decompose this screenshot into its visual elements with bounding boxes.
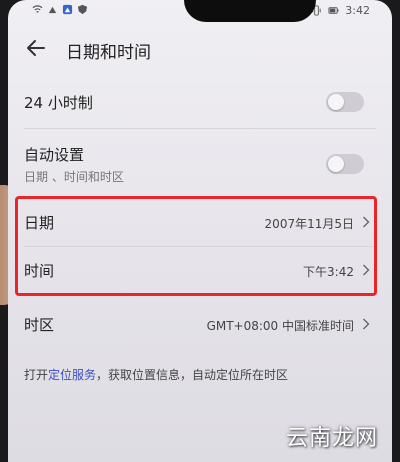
divider	[24, 128, 376, 129]
camera-notch	[184, 0, 316, 22]
setting-24-hour-label: 24 小时制	[24, 94, 93, 112]
toggle-auto[interactable]	[326, 154, 364, 174]
hint-prefix: 打开	[24, 368, 49, 382]
toggle-24-hour[interactable]	[326, 92, 364, 112]
phone-screen: 3:42 日期和时间 24 小时制 自动设置 日期 、时间和时区 日期 2007…	[8, 0, 392, 462]
wifi-icon	[32, 5, 43, 13]
image-notification-icon	[62, 4, 73, 15]
page-header: 日期和时间	[8, 28, 392, 72]
back-arrow-icon[interactable]	[24, 36, 48, 60]
setting-timezone-value: GMT+08:00 中国标准时间	[206, 319, 354, 333]
watermark: 云南龙网	[285, 426, 378, 451]
chevron-right-icon	[363, 318, 370, 330]
setting-timezone[interactable]: 时区 GMT+08:00 中国标准时间	[8, 306, 392, 346]
status-time: 3:42	[345, 4, 370, 17]
hint-suffix: ，获取位置信息，自动定位所在时区	[96, 368, 289, 382]
setting-timezone-label: 时区	[24, 316, 55, 334]
highlight-box	[15, 196, 377, 296]
status-left-icons	[32, 4, 88, 15]
shield-icon	[77, 4, 88, 15]
battery-icon	[328, 7, 339, 14]
setting-auto[interactable]: 自动设置 日期 、时间和时区	[8, 138, 392, 190]
setting-auto-sublabel: 日期 、时间和时区	[24, 170, 124, 184]
page-title: 日期和时间	[66, 43, 151, 63]
toggle-knob	[328, 156, 344, 172]
location-hint: 打开定位服务，获取位置信息，自动定位所在时区	[24, 366, 288, 383]
setting-auto-label: 自动设置	[24, 146, 85, 164]
signal-icon	[48, 6, 57, 14]
toggle-knob	[328, 94, 344, 110]
location-service-link[interactable]: 定位服务	[48, 368, 96, 382]
setting-24-hour[interactable]: 24 小时制	[8, 82, 392, 122]
